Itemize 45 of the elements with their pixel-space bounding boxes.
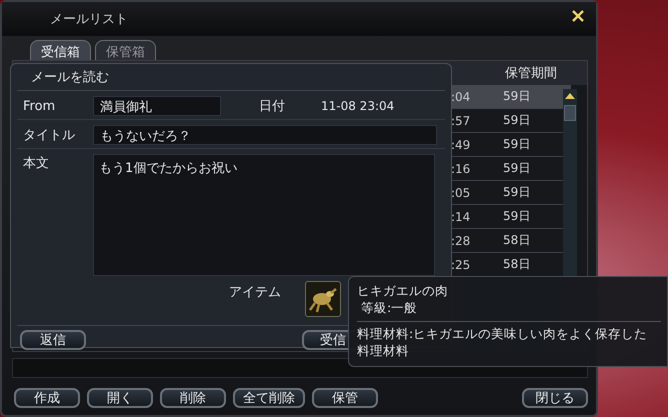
table-cell-text: :28 [451, 234, 472, 248]
table-cell: 59日 [503, 160, 530, 177]
dialog-title: メールを読む [17, 68, 445, 91]
table-cell: 59日 [503, 136, 530, 153]
table-cell: 58日 [503, 232, 530, 249]
scroll-thumb[interactable] [564, 105, 576, 121]
close-dialog-button[interactable]: 閉じる [522, 388, 588, 408]
body-text-area: もう1個でたからお祝い [93, 154, 435, 276]
table-cell-text: :05 [451, 186, 472, 200]
action-button[interactable]: 保管 [312, 388, 378, 408]
table-cell-text: :16 [451, 162, 472, 176]
tab[interactable]: 受信箱 [30, 40, 91, 60]
action-button[interactable]: 開く [87, 388, 153, 408]
window-title: メールリスト [50, 11, 128, 28]
table-cell-text: :57 [451, 114, 472, 128]
scroll-up-icon[interactable] [564, 92, 576, 100]
mail-row[interactable]: :04 59日 [451, 85, 571, 109]
action-button[interactable]: 削除 [160, 388, 226, 408]
reply-button[interactable]: 返信 [20, 330, 86, 350]
date-text: 11-08 23:04 [321, 99, 394, 113]
table-cell-text: :14 [451, 210, 472, 224]
table-cell: 59日 [503, 208, 530, 225]
tab[interactable]: 保管箱 [95, 40, 156, 60]
close-button[interactable] [572, 10, 584, 22]
field-label: 日付 [259, 98, 286, 115]
table-cell-text: :25 [451, 258, 472, 272]
table-cell-text: :49 [451, 138, 472, 152]
field-label: 本文 [23, 155, 50, 172]
table-cell-text: :04 [451, 90, 472, 104]
action-button[interactable]: 全て削除 [233, 388, 305, 408]
table-cell: 59日 [503, 88, 530, 105]
sender-field: 満員御礼 [93, 96, 221, 116]
item-slot[interactable] [305, 281, 341, 317]
column-header: 保管期間 [505, 65, 557, 82]
table-cell: 58日 [503, 256, 530, 273]
action-button[interactable]: 作成 [14, 388, 80, 408]
field-label: From [23, 98, 56, 114]
item-name: ヒキガエルの肉 [357, 283, 449, 300]
field-label: タイトル [23, 127, 76, 144]
table-cell: 59日 [503, 112, 530, 129]
field-label: アイテム [229, 284, 281, 301]
item-grade: 等級:一般 [357, 300, 661, 322]
subject-field: もうないだろ？ [93, 125, 437, 145]
table-cell: 59日 [503, 184, 530, 201]
close-icon [572, 10, 584, 22]
